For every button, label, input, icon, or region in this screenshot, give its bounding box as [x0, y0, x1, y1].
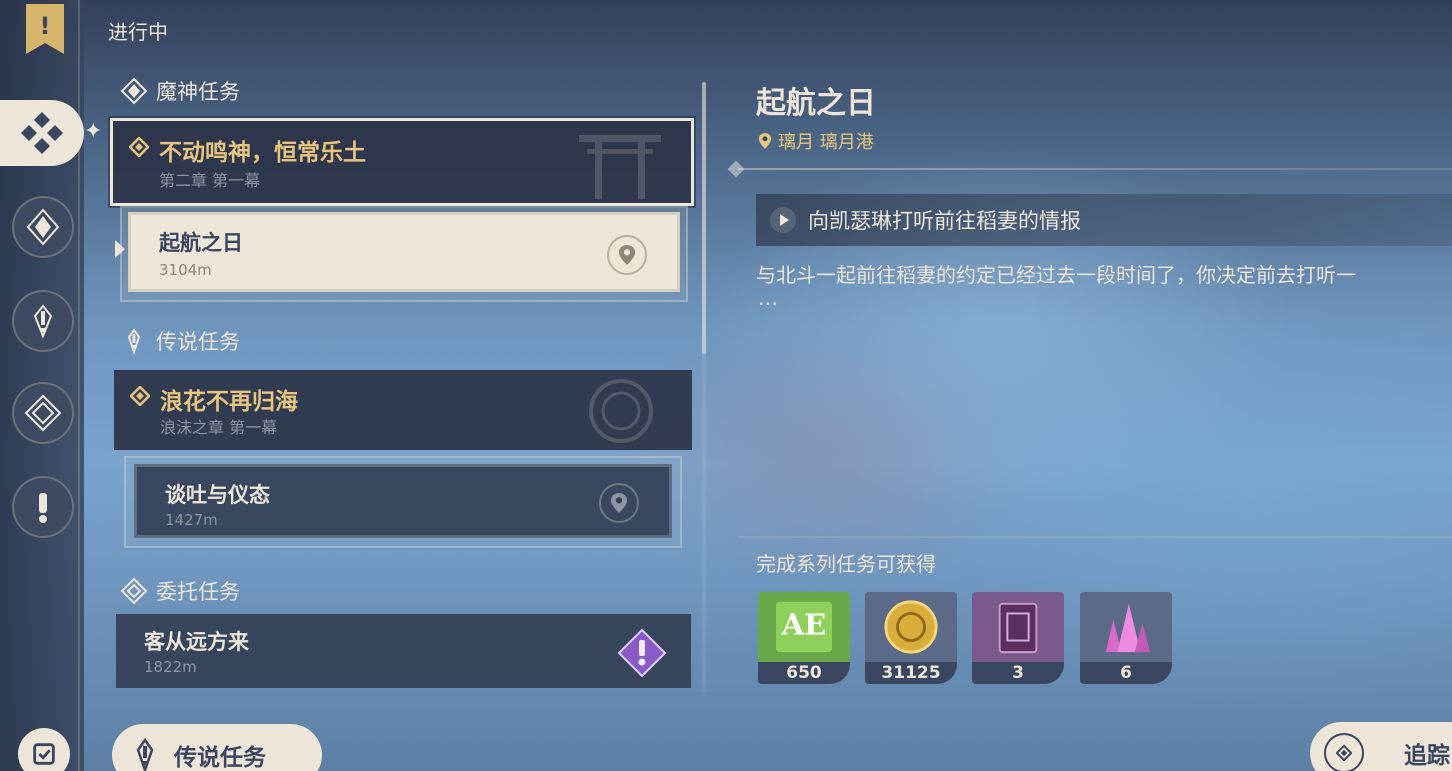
- category-label: 魔神任务: [156, 80, 240, 104]
- commission-purple-icon: [617, 628, 667, 678]
- exclamation-icon: [39, 493, 47, 523]
- dragon-emblem-icon: [589, 379, 653, 443]
- detail-divider: [738, 168, 1452, 170]
- checklist-icon: [33, 743, 55, 765]
- track-button-label: 追踪: [1404, 743, 1450, 769]
- reward-count: 6: [1080, 662, 1172, 684]
- sub-quest-item-selected[interactable]: 起航之日 3104m: [128, 212, 680, 292]
- adventure-exp-icon: AE: [758, 592, 850, 662]
- four-diamond-icon: [21, 112, 63, 154]
- location-pin-icon: [758, 133, 772, 149]
- sub-quest-name: 起航之日: [159, 231, 243, 255]
- rail-tab-archon[interactable]: [12, 196, 74, 258]
- quest-bookmark-icon: !: [26, 4, 64, 54]
- rail-tab-all-quests[interactable]: [0, 100, 84, 166]
- category-header-archon: 魔神任务: [120, 76, 240, 106]
- scroll-thumb[interactable]: [702, 82, 706, 354]
- rail-tab-world[interactable]: [12, 382, 74, 444]
- commission-quest-item[interactable]: 客从远方来 1822m: [116, 614, 691, 688]
- panel-title: 进行中: [108, 20, 168, 44]
- track-diamond-icon: [1324, 733, 1364, 771]
- quest-diamond-icon: [129, 137, 149, 157]
- quest-name: 浪花不再归海: [160, 389, 298, 415]
- reward-count: 3: [972, 662, 1064, 684]
- map-pin-icon: [618, 245, 636, 265]
- mora-coin-icon: [865, 592, 957, 662]
- quest-location: 璃月 璃月港: [758, 128, 874, 154]
- reward-count: 650: [758, 662, 850, 684]
- quest-detail-title: 起航之日: [756, 86, 876, 121]
- legend-quest-icon: [136, 738, 154, 771]
- reward-slot-heros-wit[interactable]: 3: [972, 592, 1064, 684]
- rail-tab-legend[interactable]: [12, 290, 74, 352]
- quest-log-shortcut[interactable]: [18, 728, 70, 771]
- primogem-crystal-icon: [1080, 592, 1172, 662]
- legend-quest-button[interactable]: 传说任务: [112, 724, 322, 771]
- commission-quest-icon: [120, 577, 148, 605]
- legend-quest-icon: [33, 304, 53, 339]
- description-ellipsis: …: [758, 286, 778, 310]
- quest-chapter: 第二章 第一幕: [159, 171, 261, 190]
- category-label: 委托任务: [156, 580, 240, 604]
- map-pin-icon: [610, 493, 628, 513]
- archon-quest-icon: [26, 208, 60, 246]
- category-header-commission: 委托任务: [120, 576, 240, 606]
- quest-objective: 向凯瑟琳打听前往稻妻的情报: [756, 194, 1452, 246]
- archon-quest-header[interactable]: 不动鸣神，恒常乐土 第二章 第一幕: [110, 118, 694, 206]
- quest-diamond-icon: [130, 386, 150, 406]
- navigate-pin-button[interactable]: [599, 483, 639, 523]
- reward-count: 31125: [865, 662, 957, 684]
- quest-location-text: 璃月 璃月港: [778, 132, 874, 153]
- navigate-pin-button[interactable]: [607, 235, 647, 275]
- svg-text:AE: AE: [781, 608, 827, 642]
- world-quest-icon: [24, 394, 62, 432]
- commission-distance: 1822m: [144, 658, 197, 676]
- selection-arrow-icon: [115, 240, 125, 258]
- legend-quest-button-label: 传说任务: [174, 745, 266, 771]
- rewards-divider: [738, 536, 1452, 538]
- objective-play-icon: [770, 207, 796, 233]
- commission-name: 客从远方来: [144, 630, 249, 654]
- sub-quest-item[interactable]: 谈吐与仪态 1427m: [134, 464, 672, 538]
- quest-chapter: 浪沫之章 第一幕: [160, 418, 278, 437]
- reward-slot-adventure-exp[interactable]: AE 650: [758, 592, 850, 684]
- objective-text: 向凯瑟琳打听前往稻妻的情报: [808, 209, 1081, 233]
- reward-slot-mora[interactable]: 31125: [865, 592, 957, 684]
- rail-tab-event[interactable]: [12, 476, 74, 538]
- legend-quest-header[interactable]: 浪花不再归海 浪沫之章 第一幕: [114, 370, 692, 450]
- sub-quest-name: 谈吐与仪态: [165, 483, 270, 507]
- legend-quest-icon: [127, 328, 141, 355]
- archon-quest-icon: [120, 77, 148, 105]
- heros-wit-book-icon: [972, 592, 1064, 662]
- sub-quest-distance: 1427m: [165, 511, 218, 529]
- reward-slot-primogem[interactable]: 6: [1080, 592, 1172, 684]
- torii-gate-emblem-icon: [579, 135, 661, 199]
- category-header-legend: 传说任务: [120, 326, 240, 356]
- category-rail: ! ✦: [0, 0, 102, 771]
- quest-description: 与北斗一起前往稻妻的约定已经过去一段时间了，你决定前去打听一: [756, 263, 1356, 287]
- track-quest-button[interactable]: 追踪: [1310, 722, 1452, 771]
- quest-name: 不动鸣神，恒常乐土: [159, 140, 366, 166]
- sub-quest-distance: 3104m: [159, 261, 212, 279]
- rewards-label: 完成系列任务可获得: [756, 552, 936, 576]
- sparkle-icon: ✦: [84, 119, 103, 144]
- category-label: 传说任务: [156, 330, 240, 354]
